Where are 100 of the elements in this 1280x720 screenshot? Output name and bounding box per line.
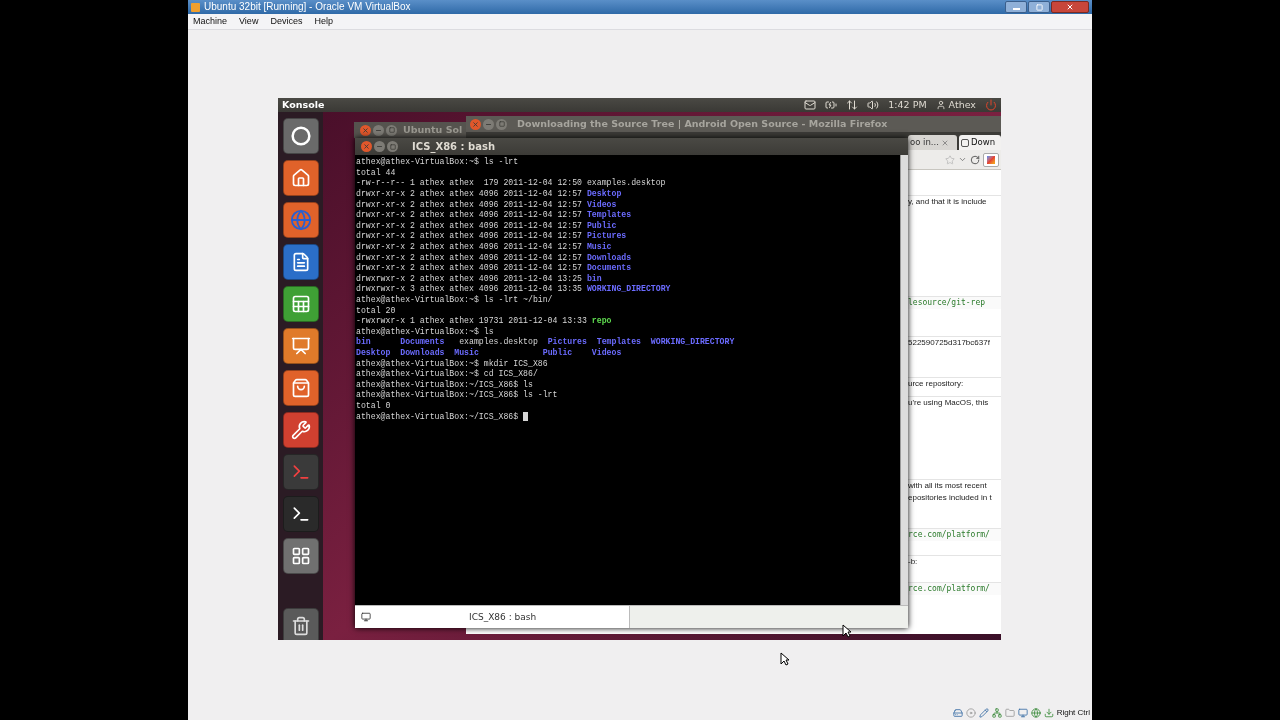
maximize-icon bbox=[1035, 3, 1043, 11]
display-icon[interactable] bbox=[1017, 708, 1028, 718]
terminal-text: athex@athex-VirtualBox:~$ cd ICS_X86/ bbox=[356, 369, 538, 380]
directory-name: Desktop bbox=[586, 189, 622, 200]
minimize-icon[interactable] bbox=[483, 118, 494, 130]
directory-name: Documents bbox=[399, 337, 445, 348]
page-text: y, and that it is include bbox=[908, 196, 988, 209]
document-icon[interactable] bbox=[282, 244, 319, 281]
page-text: u're using MacOS, this bbox=[908, 397, 990, 410]
terminal-text: drwxrwxr-x 2 athex athex 4096 2011-12-04 13:25 bbox=[356, 273, 583, 284]
pointer-icon bbox=[780, 652, 790, 666]
maximize-icon[interactable] bbox=[387, 141, 398, 153]
mail-icon[interactable] bbox=[804, 99, 817, 112]
directory-name: WORKING_DIRECTORY bbox=[649, 337, 735, 348]
directory-name: bin bbox=[356, 337, 371, 348]
page-text: -b: bbox=[908, 556, 919, 569]
terminal-text: athex@athex-VirtualBox:~$ mkdir ICS_X86 bbox=[356, 358, 548, 369]
terminal-text: athex@athex-VirtualBox:~$ ls bbox=[356, 326, 494, 337]
terminal-text: -rwxrwxr-x 1 athex athex 19731 2011-12-04 13:33 bbox=[356, 316, 588, 327]
user-icon[interactable] bbox=[935, 100, 946, 111]
close-icon[interactable] bbox=[470, 118, 481, 130]
code-text: rce.com/platform/ bbox=[908, 529, 1001, 542]
terminal-text: drwxrwxr-x 3 athex athex 4096 2011-12-04 13:35 bbox=[356, 284, 583, 295]
terminal-text: drwxr-xr-x 2 athex athex 4096 2011-12-04 12:57 bbox=[356, 220, 583, 231]
directory-name: Videos bbox=[586, 199, 617, 210]
close-button[interactable] bbox=[1051, 1, 1089, 13]
directory-name: Music bbox=[586, 242, 612, 253]
menu-item[interactable]: Help bbox=[314, 14, 333, 29]
app-icon bbox=[191, 2, 200, 12]
terminal-text: drwxr-xr-x 2 athex athex 4096 2011-12-04 12:57 bbox=[356, 231, 583, 242]
code-text: lesource/git-rep bbox=[908, 297, 1001, 310]
download-icon[interactable] bbox=[1043, 708, 1054, 718]
page-text: urce repository: bbox=[908, 378, 965, 391]
browser-tab[interactable]: oo in... bbox=[908, 135, 957, 151]
executable-name: repo bbox=[591, 316, 612, 327]
window-title: Downloading the Source Tree | Android Open Source - Mozilla Firefox bbox=[517, 117, 888, 132]
terminal-text: total 20 bbox=[356, 305, 396, 317]
terminal-text: total 44 bbox=[356, 167, 396, 179]
directory-name: bin bbox=[586, 273, 602, 285]
maximize-icon[interactable] bbox=[386, 124, 397, 136]
globe-icon[interactable] bbox=[1030, 708, 1041, 718]
folder-icon[interactable] bbox=[1004, 708, 1015, 718]
browser-tab[interactable]: Down bbox=[959, 135, 1001, 151]
workspace-icon[interactable] bbox=[282, 538, 319, 575]
clock[interactable]: 1:42 PM bbox=[888, 98, 927, 113]
close-icon bbox=[1066, 3, 1074, 11]
power-icon[interactable] bbox=[985, 99, 997, 112]
user-name[interactable]: Athex bbox=[948, 98, 976, 113]
search-engine-icon[interactable] bbox=[983, 152, 999, 167]
minimize-icon[interactable] bbox=[373, 124, 384, 136]
menu-item[interactable]: Machine bbox=[193, 14, 228, 29]
maximize-icon[interactable] bbox=[496, 118, 507, 130]
directory-name: Music bbox=[453, 347, 479, 359]
star-icon[interactable] bbox=[945, 154, 955, 165]
menu-item[interactable]: View bbox=[239, 14, 259, 29]
terminal-text: drwxr-xr-x 2 athex athex 4096 2011-12-04 12:57 bbox=[356, 189, 583, 200]
scrollbar[interactable] bbox=[900, 155, 908, 606]
terminal-text: athex@athex-VirtualBox:~$ ls -lrt ~/bin/ bbox=[356, 294, 553, 306]
close-icon[interactable] bbox=[360, 124, 371, 136]
host-key-label: Right Ctrl bbox=[1056, 707, 1090, 719]
network-icon[interactable] bbox=[846, 99, 859, 112]
presentation-icon[interactable] bbox=[282, 328, 319, 365]
terminal-text: athex@athex-VirtualBox:~$ ls -lrt bbox=[356, 157, 519, 168]
minimize-icon[interactable] bbox=[374, 141, 385, 153]
terminal-text: athex@athex-VirtualBox:~/ICS_X86$ ls bbox=[356, 379, 533, 390]
pencil-icon[interactable] bbox=[978, 708, 989, 718]
close-icon[interactable] bbox=[361, 141, 372, 153]
terminal-text: drwxr-xr-x 2 athex athex 4096 2011-12-04 12:57 bbox=[356, 199, 583, 210]
terminal-text: drwxr-xr-x 2 athex athex 4096 2011-12-04 12:57 bbox=[356, 242, 583, 253]
terminal-text: drwxr-xr-x 2 athex athex 4096 2011-12-04 12:57 bbox=[356, 252, 583, 263]
app-name: Konsole bbox=[282, 98, 325, 112]
shopping-bag-icon[interactable] bbox=[282, 370, 319, 407]
page-text: with all its most recent epositories included in t bbox=[908, 480, 993, 505]
text-cursor bbox=[523, 412, 529, 422]
terminal-text: examples.desktop bbox=[458, 337, 538, 348]
menu-item[interactable]: Devices bbox=[270, 14, 303, 29]
directory-name: Public bbox=[541, 347, 573, 359]
spreadsheet-icon[interactable] bbox=[282, 286, 319, 323]
home-folder-icon[interactable] bbox=[282, 160, 319, 197]
trash-icon[interactable] bbox=[282, 608, 319, 640]
terminal-text: drwxr-xr-x 2 athex athex 4096 2011-12-04 12:57 bbox=[356, 263, 583, 274]
wrench-icon[interactable] bbox=[282, 412, 319, 449]
terminal-text: drwxr-xr-x 2 athex athex 4096 2011-12-04 12:57 bbox=[356, 210, 583, 221]
directory-name: Pictures bbox=[546, 337, 587, 348]
directory-name: Public bbox=[586, 220, 617, 231]
terminal-text: -rw-r--r-- 1 athex athex 179 2011-12-04 12:50 examples.desktop bbox=[356, 178, 666, 189]
directory-name: Videos bbox=[590, 347, 622, 359]
directory-name: Downloads bbox=[399, 347, 445, 359]
window-title: Ubuntu 32bit [Running] - Oracle VM VirtualBox bbox=[204, 2, 411, 12]
reload-icon[interactable] bbox=[970, 154, 980, 165]
directory-name: Templates bbox=[586, 210, 632, 221]
terminal-tab[interactable]: ICS_X86 : bash bbox=[355, 606, 630, 629]
disc-icon[interactable] bbox=[965, 708, 976, 718]
close-icon[interactable] bbox=[940, 138, 949, 147]
page-text: 522590725d317bc637f bbox=[908, 337, 991, 350]
directory-name: WORKING_DIRECTORY bbox=[586, 284, 671, 295]
minimize-button[interactable] bbox=[1005, 1, 1027, 13]
volume-icon[interactable] bbox=[867, 99, 880, 112]
dash-icon[interactable] bbox=[282, 118, 319, 155]
maximize-button[interactable] bbox=[1028, 1, 1050, 13]
